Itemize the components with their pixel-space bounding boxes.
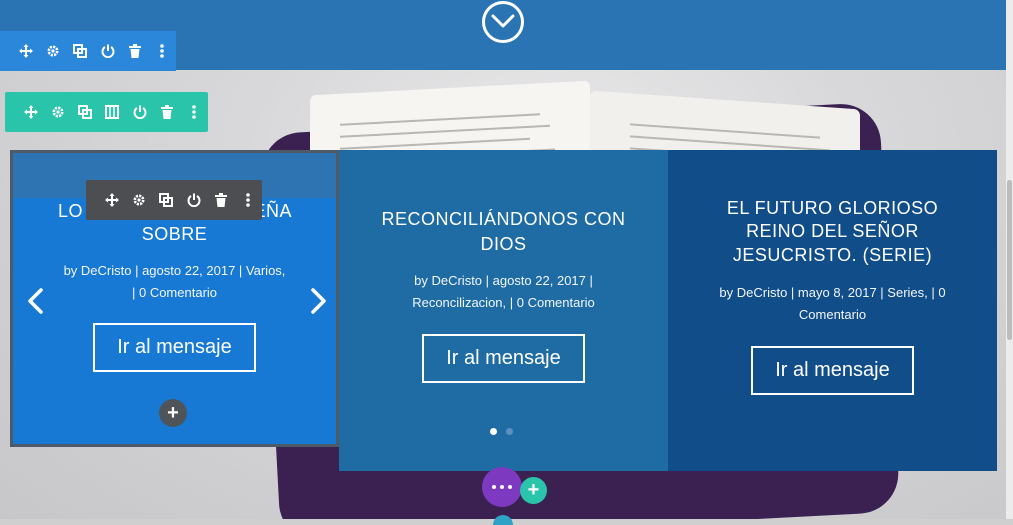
slide-meta-line1: by DeCristo | agosto 22, 2017 | Varios, bbox=[63, 263, 286, 278]
read-message-button[interactable]: Ir al mensaje bbox=[751, 346, 914, 395]
more-vertical-icon[interactable] bbox=[235, 180, 262, 220]
add-module-button[interactable]: + bbox=[159, 399, 187, 427]
power-icon[interactable] bbox=[180, 180, 207, 220]
row-toolbar bbox=[5, 92, 208, 132]
slide-title-line3: JESUCRISTO. (SERIE) bbox=[732, 245, 933, 265]
slide-meta-line2: | 0 Comentario bbox=[131, 285, 218, 300]
scroll-down-icon[interactable] bbox=[482, 1, 524, 43]
duplicate-icon[interactable] bbox=[67, 31, 94, 71]
slider-next-arrow-icon[interactable] bbox=[308, 287, 328, 315]
power-icon[interactable] bbox=[94, 31, 121, 71]
scrollbar-thumb[interactable] bbox=[1007, 180, 1012, 340]
slide-meta-line1: by DeCristo | agosto 22, 2017 | bbox=[414, 273, 593, 288]
duplicate-icon[interactable] bbox=[153, 180, 180, 220]
section-toolbar bbox=[0, 31, 176, 71]
gear-icon[interactable] bbox=[125, 180, 152, 220]
slider-prev-arrow-icon[interactable] bbox=[26, 287, 46, 315]
slide-title-line2: SOBRE bbox=[141, 224, 208, 244]
read-message-button[interactable]: Ir al mensaje bbox=[93, 323, 256, 372]
move-icon[interactable] bbox=[12, 31, 39, 71]
slide-panel-3[interactable]: EL FUTURO GLORIOSO REINO DEL SEÑOR JESUC… bbox=[668, 150, 997, 471]
power-icon[interactable] bbox=[126, 92, 153, 132]
read-message-button[interactable]: Ir al mensaje bbox=[422, 334, 585, 383]
slide-title-line2: DIOS bbox=[480, 234, 527, 254]
slide-title-line1: RECONCILIÁNDONOS CON bbox=[381, 209, 626, 229]
trash-icon[interactable] bbox=[153, 92, 180, 132]
slider-dot[interactable] bbox=[506, 428, 513, 435]
slider-pagination bbox=[490, 428, 513, 435]
move-icon[interactable] bbox=[98, 180, 125, 220]
slide-meta-line1: by DeCristo | mayo 8, 2017 | Series, | 0 bbox=[719, 285, 946, 300]
gear-icon[interactable] bbox=[39, 31, 66, 71]
slide-title-left: LO bbox=[58, 201, 84, 221]
module-toolbar bbox=[86, 180, 262, 220]
more-vertical-icon[interactable] bbox=[181, 92, 208, 132]
trash-icon[interactable] bbox=[121, 31, 148, 71]
slide-panel-2[interactable]: RECONCILIÁNDONOS CON DIOS by DeCristo | … bbox=[339, 150, 668, 471]
page-scrollbar[interactable] bbox=[1006, 0, 1013, 519]
slide-meta-line2: Reconcilizacion, | 0 Comentario bbox=[412, 295, 595, 310]
slide-meta-line2: Comentario bbox=[798, 307, 867, 322]
add-row-button[interactable]: + bbox=[520, 477, 547, 504]
duplicate-icon[interactable] bbox=[72, 92, 99, 132]
columns-icon[interactable] bbox=[99, 92, 126, 132]
gear-icon[interactable] bbox=[44, 92, 71, 132]
trash-icon[interactable] bbox=[207, 180, 234, 220]
slider-dot-active[interactable] bbox=[490, 428, 497, 435]
slide-title-line1: EL FUTURO GLORIOSO bbox=[726, 198, 939, 218]
slide-title-line2: REINO DEL SEÑOR bbox=[746, 221, 919, 241]
builder-more-button[interactable] bbox=[482, 467, 522, 507]
move-icon[interactable] bbox=[17, 92, 44, 132]
more-vertical-icon[interactable] bbox=[149, 31, 176, 71]
